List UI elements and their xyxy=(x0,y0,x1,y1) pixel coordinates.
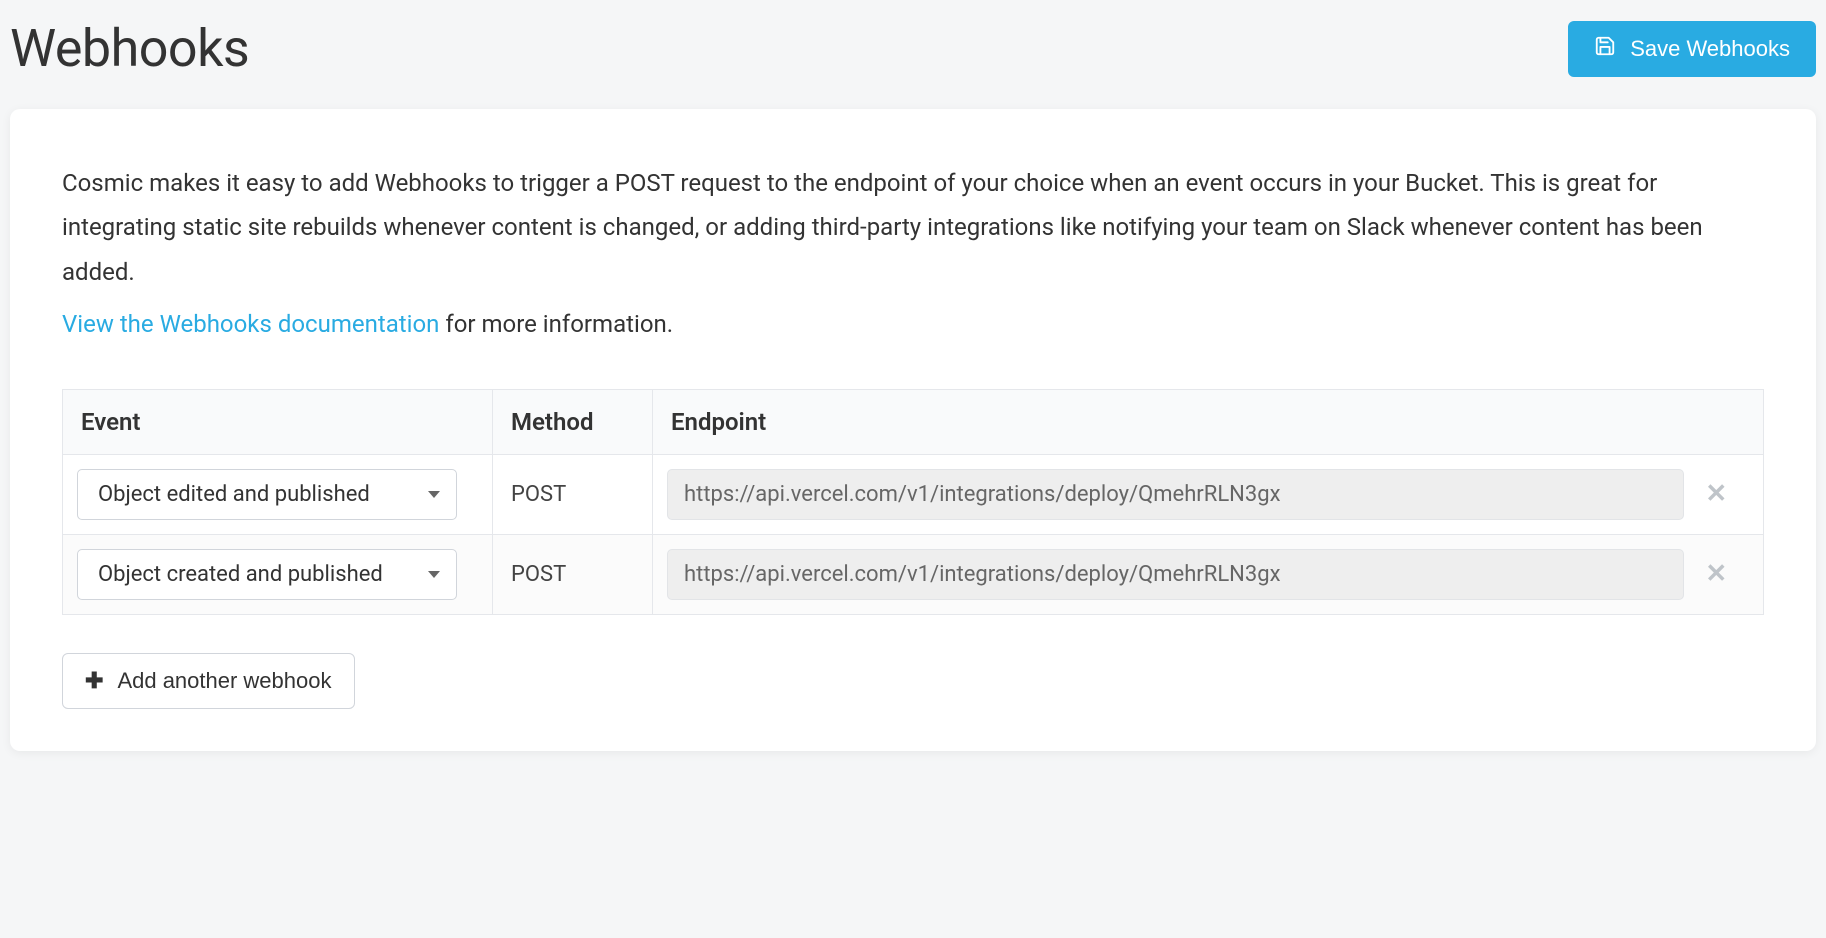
webhooks-table: Event Method Endpoint Object edited and … xyxy=(62,389,1764,615)
add-button-label: Add another webhook xyxy=(117,668,331,694)
doc-line: View the Webhooks documentation for more… xyxy=(62,302,1764,346)
add-webhook-button[interactable]: ✚ Add another webhook xyxy=(62,653,355,709)
col-header-event: Event xyxy=(63,389,493,454)
caret-down-icon xyxy=(428,491,440,498)
remove-row-button[interactable]: ✕ xyxy=(1684,559,1750,589)
event-select[interactable]: Object created and published xyxy=(77,549,457,600)
method-cell: POST xyxy=(493,534,653,614)
endpoint-input[interactable] xyxy=(667,549,1684,600)
table-row: Object edited and published POST ✕ xyxy=(63,454,1764,534)
endpoint-input[interactable] xyxy=(667,469,1684,520)
event-select[interactable]: Object edited and published xyxy=(77,469,457,520)
save-button-label: Save Webhooks xyxy=(1630,36,1790,62)
event-select-value: Object edited and published xyxy=(98,482,370,507)
remove-row-button[interactable]: ✕ xyxy=(1684,479,1750,509)
col-header-method: Method xyxy=(493,389,653,454)
webhooks-card: Cosmic makes it easy to add Webhooks to … xyxy=(10,109,1816,751)
caret-down-icon xyxy=(428,571,440,578)
col-header-endpoint: Endpoint xyxy=(653,389,1764,454)
doc-suffix: for more information. xyxy=(439,310,673,338)
plus-icon: ✚ xyxy=(85,668,103,694)
method-cell: POST xyxy=(493,454,653,534)
save-webhooks-button[interactable]: Save Webhooks xyxy=(1568,21,1816,77)
page-title: Webhooks xyxy=(10,18,249,79)
close-icon: ✕ xyxy=(1705,559,1727,589)
save-icon xyxy=(1594,35,1616,63)
close-icon: ✕ xyxy=(1705,479,1727,509)
intro-paragraph: Cosmic makes it easy to add Webhooks to … xyxy=(62,161,1764,294)
table-row: Object created and published POST ✕ xyxy=(63,534,1764,614)
documentation-link[interactable]: View the Webhooks documentation xyxy=(62,310,439,338)
event-select-value: Object created and published xyxy=(98,562,383,587)
